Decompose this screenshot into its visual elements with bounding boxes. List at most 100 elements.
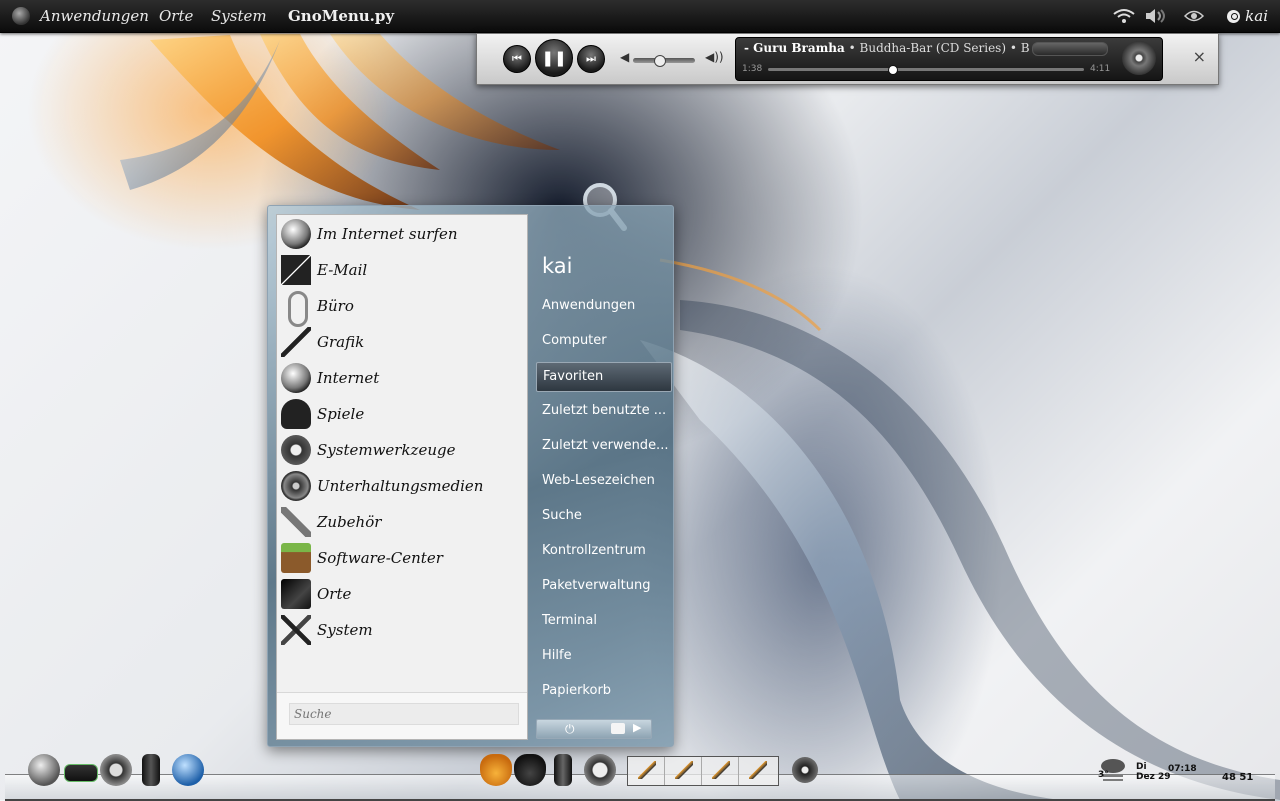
cpu-meter-icon[interactable]: [584, 754, 616, 786]
paperclip-icon: [288, 291, 308, 327]
seek-bar[interactable]: [768, 65, 1084, 75]
lock-icon[interactable]: [611, 723, 625, 734]
app-item-system[interactable]: System: [279, 613, 523, 647]
next-icon: ⏭: [586, 52, 596, 65]
clock-day: Di: [1136, 762, 1147, 772]
pause-icon: ❚❚: [541, 49, 567, 67]
place-item-anwendungen[interactable]: Anwendungen: [536, 292, 670, 320]
wrench-screwdriver-icon: [281, 615, 311, 645]
ghost-icon: [281, 399, 311, 429]
app-item-im-internet-surfen[interactable]: Im Internet surfen: [279, 217, 523, 251]
app-item-label: Internet: [317, 369, 380, 387]
system-monitor: 48 51: [1222, 772, 1254, 783]
media-icon[interactable]: [554, 754, 572, 786]
app-item-internet[interactable]: Internet: [279, 361, 523, 395]
dock: 3° Di Dez 29 07:18 48 51: [0, 752, 1280, 801]
place-item-paketverwaltung[interactable]: Paketverwaltung: [536, 572, 670, 600]
menu-orte[interactable]: Orte: [159, 0, 193, 32]
display-toggle[interactable]: [1032, 42, 1108, 56]
film-reel-icon: [281, 471, 311, 501]
media-player: ⏮ ❚❚ ⏭ ◀ ◀)) - Guru Bramha • Buddha-Bar …: [476, 33, 1219, 85]
app-item-systemwerkzeuge[interactable]: Systemwerkzeuge: [279, 433, 523, 467]
menu-user-name: kai: [542, 254, 573, 278]
network-icon[interactable]: [1184, 9, 1204, 23]
app-item-zubehör[interactable]: Zubehör: [279, 505, 523, 539]
gnomenu-label[interactable]: GnoMenu.py: [288, 0, 394, 32]
more-arrow-icon[interactable]: ▶: [633, 721, 641, 734]
globe-icon: [281, 363, 311, 393]
gnome-foot-icon[interactable]: [514, 754, 546, 786]
close-player-button[interactable]: ×: [1193, 47, 1206, 66]
phone-icon[interactable]: [142, 754, 160, 786]
app-item-label: Im Internet surfen: [317, 225, 458, 243]
previous-icon: ⏮: [512, 52, 522, 65]
track-title: - Guru Bramha • Buddha-Bar (CD Series) •…: [744, 41, 1029, 55]
place-item-papierkorb[interactable]: Papierkorb: [536, 677, 670, 705]
user-menu[interactable]: kai: [1227, 0, 1268, 32]
volume-low-icon: ◀: [620, 50, 630, 64]
place-item-suche[interactable]: Suche: [536, 502, 670, 530]
app-item-label: Grafik: [317, 333, 365, 351]
next-track-button[interactable]: ⏭: [577, 45, 605, 73]
app-item-orte[interactable]: Orte: [279, 577, 523, 611]
clock-date: Dez 29: [1136, 772, 1171, 782]
pause-button[interactable]: ❚❚: [535, 39, 573, 77]
user-name-label: kai: [1245, 7, 1268, 25]
xbmc-icon[interactable]: [64, 764, 98, 782]
application-list: Im Internet surfen E-Mail Büro Grafik Intern…: [276, 214, 528, 740]
volume-high-icon: ◀)): [705, 50, 724, 64]
place-item-terminal[interactable]: Terminal: [536, 607, 670, 635]
app-item-software-center[interactable]: Software-Center: [279, 541, 523, 575]
shutdown-icon[interactable]: ⏻: [565, 722, 575, 737]
app-item-büro[interactable]: Büro: [279, 289, 523, 327]
app-item-label: E-Mail: [317, 261, 368, 279]
gear-icon: [281, 435, 311, 465]
app-item-label: Spiele: [317, 405, 365, 423]
app-item-label: Büro: [317, 297, 354, 315]
search-input[interactable]: [289, 703, 519, 725]
top-panel: Anwendungen Orte System GnoMenu.py kai: [0, 0, 1280, 33]
duration-time: 4:11: [1090, 64, 1111, 74]
menu-anwendungen[interactable]: Anwendungen: [40, 0, 149, 32]
previous-track-button[interactable]: ⏮: [503, 45, 531, 73]
workspace-switcher[interactable]: [627, 756, 779, 786]
workspace-1[interactable]: [628, 757, 665, 785]
gnome-foot-orange-icon[interactable]: [480, 754, 512, 786]
workspace-2[interactable]: [665, 757, 702, 785]
gnome-logo-icon[interactable]: [12, 7, 30, 25]
tools-icon: [281, 507, 311, 537]
package-icon: [281, 543, 311, 573]
place-item-zuletzt-verwende[interactable]: Zuletzt verwende...: [536, 432, 670, 460]
volume-slider[interactable]: [633, 55, 695, 67]
workspace-3[interactable]: [702, 757, 739, 785]
track-artist: - Guru Bramha: [744, 41, 845, 55]
app-item-label: Orte: [317, 585, 352, 603]
seek-knob[interactable]: [888, 65, 899, 75]
headset-icon[interactable]: [100, 754, 132, 786]
volume-slider-knob[interactable]: [653, 55, 666, 67]
app-item-e-mail[interactable]: E-Mail: [279, 253, 523, 287]
volume-icon[interactable]: [1144, 8, 1168, 24]
place-item-kontrollzentrum[interactable]: Kontrollzentrum: [536, 537, 670, 565]
place-item-web-lesezeichen[interactable]: Web-Lesezeichen: [536, 467, 670, 495]
place-item-zuletzt-benutzte[interactable]: Zuletzt benutzte ...: [536, 397, 670, 425]
clock-time: 07:18: [1168, 764, 1197, 774]
menu-system[interactable]: System: [211, 0, 267, 32]
weather-temp: 3°: [1098, 770, 1109, 780]
chromium-icon[interactable]: [172, 754, 204, 786]
app-item-unterhaltungsmedien[interactable]: Unterhaltungsmedien: [279, 469, 523, 503]
workspace-4[interactable]: [739, 757, 775, 785]
app-item-label: Zubehör: [317, 513, 382, 531]
app-item-spiele[interactable]: Spiele: [279, 397, 523, 431]
app-item-label: Unterhaltungsmedien: [317, 477, 484, 495]
place-item-favoriten[interactable]: Favoriten: [536, 362, 672, 392]
speaker-icon[interactable]: [792, 757, 818, 783]
place-item-computer[interactable]: Computer: [536, 327, 670, 355]
wifi-icon[interactable]: [1112, 8, 1136, 24]
app-item-label: System: [317, 621, 373, 639]
search-area: [277, 692, 527, 739]
globe-icon[interactable]: [28, 754, 60, 786]
envelope-icon: [281, 255, 311, 285]
app-item-grafik[interactable]: Grafik: [279, 325, 523, 359]
place-item-hilfe[interactable]: Hilfe: [536, 642, 670, 670]
